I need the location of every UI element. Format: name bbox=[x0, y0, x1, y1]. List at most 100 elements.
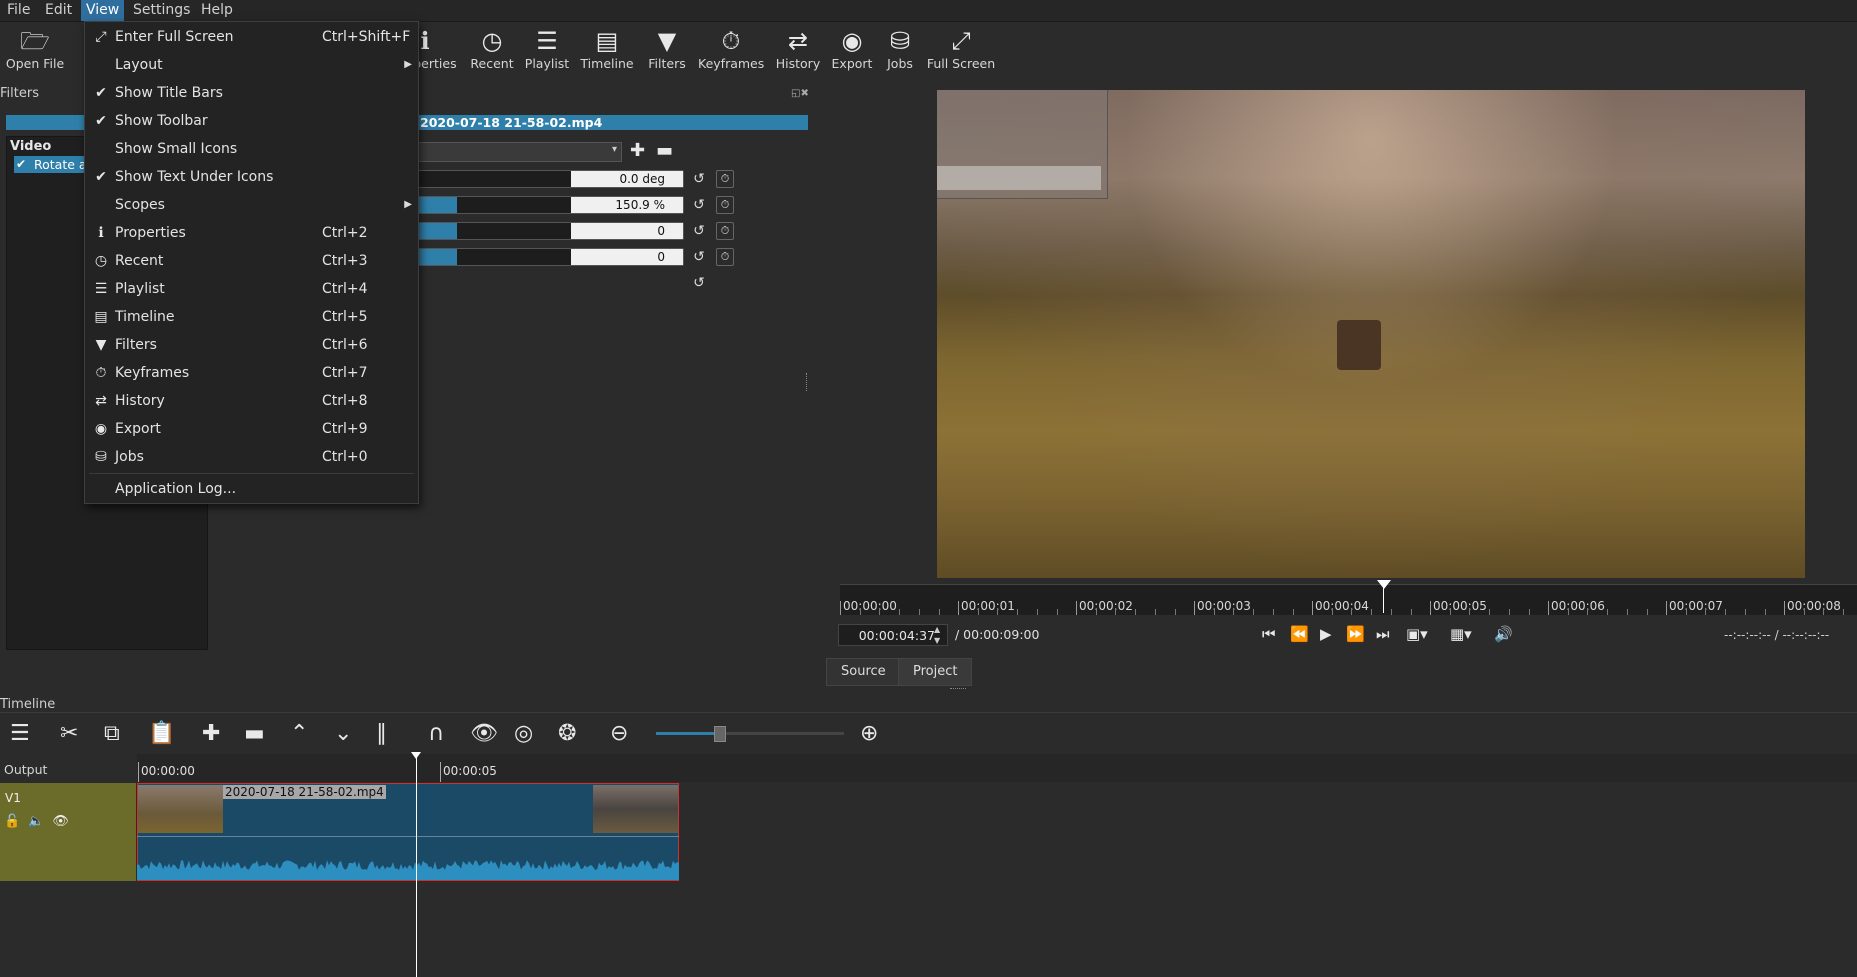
overwrite-icon[interactable]: ⌄ bbox=[334, 721, 352, 746]
keyframes-button[interactable]: ⏱ Keyframes bbox=[698, 22, 764, 82]
view-menu-item[interactable]: ▼ Filters Ctrl+6 bbox=[85, 331, 418, 359]
reset-icon[interactable]: ↺ bbox=[691, 249, 707, 265]
keyframe-stopwatch-icon[interactable]: ⏱ bbox=[716, 248, 734, 266]
ruler-tick: 00:00:04 bbox=[1312, 599, 1369, 615]
view-menu-item[interactable]: Show Small Icons bbox=[85, 135, 418, 163]
volume-icon[interactable]: 🔊 bbox=[1494, 625, 1513, 643]
eye-icon[interactable]: 👁 bbox=[52, 814, 77, 829]
view-menu-item[interactable]: ✔ Show Text Under Icons bbox=[85, 163, 418, 191]
full-screen-button[interactable]: ⤢ Full Screen bbox=[926, 22, 996, 82]
scrub-icon[interactable]: 👁 bbox=[470, 721, 498, 746]
timecode-stepper-icon[interactable]: ▲ ▼ bbox=[934, 624, 940, 646]
view-menu-item[interactable]: ⛁ Jobs Ctrl+0 bbox=[85, 443, 418, 471]
mute-icon[interactable]: 🔈 bbox=[28, 814, 52, 829]
param-slider[interactable]: 150.9 % bbox=[410, 196, 684, 214]
jobs-button[interactable]: ⛁ Jobs bbox=[878, 22, 922, 82]
param-value-box[interactable]: 0 bbox=[571, 223, 683, 239]
remove-icon[interactable]: ▬ bbox=[244, 721, 265, 746]
view-menu-item[interactable]: ☰ Playlist Ctrl+4 bbox=[85, 275, 418, 303]
param-value-box[interactable]: 0 bbox=[571, 249, 683, 265]
ripple-icon[interactable]: ◎ bbox=[514, 721, 533, 746]
menu-file[interactable]: File bbox=[2, 0, 35, 21]
video-preview[interactable] bbox=[937, 90, 1805, 578]
tab-source[interactable]: Source bbox=[826, 658, 901, 686]
skip-to-end-icon[interactable]: ⏭ bbox=[1376, 625, 1390, 643]
append-icon[interactable]: ✚ bbox=[202, 721, 220, 746]
view-menu-item[interactable]: ◷ Recent Ctrl+3 bbox=[85, 247, 418, 275]
menu-item-shortcut: Ctrl+9 bbox=[322, 421, 368, 437]
param-value-box[interactable]: 0.0 deg bbox=[571, 171, 683, 187]
rewind-icon[interactable]: ⏪ bbox=[1290, 625, 1309, 643]
cut-icon[interactable]: ✂ bbox=[60, 721, 78, 746]
paste-icon[interactable]: 📋 bbox=[148, 721, 175, 746]
param-slider[interactable]: 0 bbox=[410, 248, 684, 266]
splitter-handle-bottom[interactable] bbox=[950, 688, 966, 689]
menu-view[interactable]: View bbox=[81, 0, 125, 21]
view-menu-item[interactable]: ℹ Properties Ctrl+2 bbox=[85, 219, 418, 247]
reset-icon[interactable]: ↺ bbox=[691, 197, 707, 213]
lift-icon[interactable]: ⌃ bbox=[290, 721, 308, 746]
open-file-button[interactable]: 🗁 Open File bbox=[4, 22, 66, 82]
menu-item-shortcut: Ctrl+Shift+F bbox=[322, 29, 411, 45]
snap-magnet-icon[interactable]: ∩ bbox=[428, 721, 444, 746]
param-value-box[interactable]: 150.9 % bbox=[571, 197, 683, 213]
view-menu-item[interactable]: ⤢ Enter Full Screen Ctrl+Shift+F bbox=[85, 23, 418, 51]
lock-icon[interactable]: 🔓 bbox=[4, 814, 28, 829]
view-menu-item[interactable]: ⏱ Keyframes Ctrl+7 bbox=[85, 359, 418, 387]
panel-float-close-icon[interactable]: ◱✖ bbox=[791, 88, 809, 99]
preset-combo[interactable]: ▾ bbox=[410, 142, 622, 162]
view-menu-item[interactable]: ▤ Timeline Ctrl+5 bbox=[85, 303, 418, 331]
zoom-in-icon[interactable]: ⊕ bbox=[860, 721, 878, 746]
ripple-all-icon[interactable]: ❂ bbox=[558, 721, 576, 746]
zoom-slider[interactable] bbox=[656, 732, 844, 735]
view-menu-item[interactable]: Scopes ▶ bbox=[85, 191, 418, 219]
menu-help[interactable]: Help bbox=[196, 0, 238, 21]
zoom-icon[interactable]: ▣▾ bbox=[1406, 625, 1428, 643]
reset-icon[interactable]: ↺ bbox=[691, 275, 707, 291]
zoom-slider-thumb[interactable] bbox=[714, 726, 726, 742]
param-slider[interactable]: 0.0 deg bbox=[410, 170, 684, 188]
track-controls: 🔓🔈👁 bbox=[4, 814, 77, 829]
grid-icon[interactable]: ▦▾ bbox=[1450, 625, 1472, 643]
reset-icon[interactable]: ↺ bbox=[691, 171, 707, 187]
chevron-down-icon: ▾ bbox=[611, 144, 617, 155]
menu-item-label: Keyframes bbox=[115, 365, 190, 381]
play-icon[interactable]: ▶ bbox=[1320, 625, 1332, 643]
view-menu-item[interactable]: ◉ Export Ctrl+9 bbox=[85, 415, 418, 443]
save-preset-icon[interactable]: ✚ bbox=[630, 140, 645, 161]
view-menu-item[interactable]: ✔ Show Toolbar bbox=[85, 107, 418, 135]
param-slider[interactable]: 0 bbox=[410, 222, 684, 240]
delete-preset-icon[interactable]: ▬ bbox=[656, 140, 673, 161]
split-icon[interactable]: ∥ bbox=[376, 721, 387, 746]
keyframe-stopwatch-icon[interactable]: ⏱ bbox=[716, 170, 734, 188]
tab-project[interactable]: Project bbox=[898, 658, 973, 686]
view-menu-item[interactable]: Application Log... bbox=[85, 475, 418, 503]
playlist-button[interactable]: ☰ Playlist bbox=[522, 22, 572, 82]
copy-icon[interactable]: ⧉ bbox=[104, 721, 120, 746]
menu-settings[interactable]: Settings bbox=[128, 0, 195, 21]
view-menu-item[interactable]: ✔ Show Title Bars bbox=[85, 79, 418, 107]
skip-to-start-icon[interactable]: ⏮ bbox=[1262, 625, 1276, 643]
check-icon[interactable]: ✔ bbox=[16, 156, 26, 173]
view-menu-item[interactable]: Layout ▶ bbox=[85, 51, 418, 79]
splitter-handle[interactable] bbox=[806, 373, 809, 391]
keyframe-stopwatch-icon[interactable]: ⏱ bbox=[716, 222, 734, 240]
menu-icon[interactable]: ☰ bbox=[10, 721, 30, 746]
fast-forward-icon[interactable]: ⏩ bbox=[1346, 625, 1365, 643]
filters-button[interactable]: ▼ Filters bbox=[642, 22, 692, 82]
reset-icon[interactable]: ↺ bbox=[691, 223, 707, 239]
timeline-button[interactable]: ▤ Timeline bbox=[578, 22, 636, 82]
history-button[interactable]: ⇄ History bbox=[770, 22, 826, 82]
recent-button[interactable]: ◷ Recent bbox=[467, 22, 517, 82]
view-menu-item[interactable]: ⇄ History Ctrl+8 bbox=[85, 387, 418, 415]
fullscreen-icon: ⤢ bbox=[951, 27, 971, 55]
export-button[interactable]: ◉ Export bbox=[830, 22, 874, 82]
menu-edit[interactable]: Edit bbox=[40, 0, 77, 21]
zoom-out-icon[interactable]: ⊖ bbox=[610, 721, 628, 746]
timeline-ruler[interactable]: 00:00:00 00:00:05 bbox=[137, 754, 1857, 782]
jobs-icon: ⛁ bbox=[889, 27, 911, 55]
keyframe-stopwatch-icon[interactable]: ⏱ bbox=[716, 196, 734, 214]
timecode-spinbox[interactable]: 00:00:04:37 bbox=[838, 624, 948, 646]
player-ruler[interactable]: 00:00:00 00:00:01 00:00:02 00:00:03 00:00:04… bbox=[840, 584, 1857, 615]
player-playhead-handle[interactable] bbox=[1377, 580, 1391, 589]
